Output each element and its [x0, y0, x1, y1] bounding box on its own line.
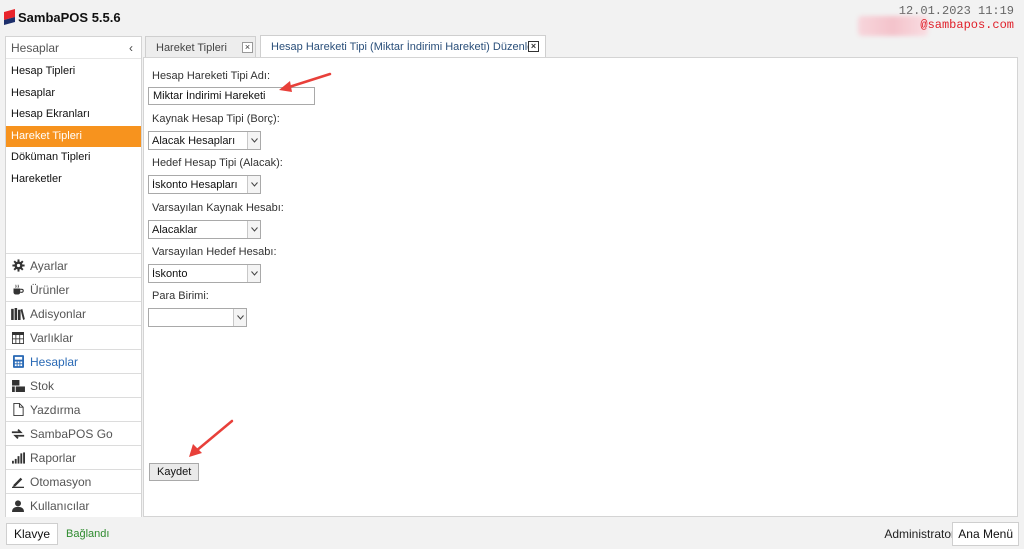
- pencil-icon: [11, 475, 25, 489]
- close-icon[interactable]: ×: [242, 42, 253, 53]
- coffee-cup-icon: [11, 283, 25, 297]
- select-value: İskonto Hesapları: [152, 178, 238, 191]
- module-label: Adisyonlar: [30, 306, 87, 321]
- module-raporlar[interactable]: Raporlar: [6, 445, 141, 469]
- module-hesaplar[interactable]: Hesaplar: [6, 349, 141, 373]
- source-account-type-label: Kaynak Hesap Tipi (Borç):: [152, 113, 280, 125]
- default-target-account-select[interactable]: İskonto: [148, 264, 261, 283]
- default-target-account-label: Varsayılan Hedef Hesabı:: [152, 246, 277, 258]
- annotation-arrow-icon: [189, 419, 234, 457]
- name-label: Hesap Hareketi Tipi Adı:: [152, 70, 271, 82]
- books-icon: [11, 307, 25, 321]
- chevron-down-icon: [247, 132, 260, 149]
- calculator-icon: [11, 355, 25, 369]
- currency-label: Para Birimi:: [152, 290, 209, 302]
- app-title: SambaPOS 5.5.6: [18, 10, 121, 25]
- module-kullanicilar[interactable]: Kullanıcılar: [6, 493, 141, 517]
- module-label: SambaPOS Go: [30, 426, 113, 441]
- target-account-type-label: Hedef Hesap Tipi (Alacak):: [152, 157, 283, 169]
- chevron-down-icon: [247, 176, 260, 193]
- module-label: Ayarlar: [30, 258, 68, 273]
- document-icon: [11, 403, 25, 417]
- annotation-arrow-icon: [279, 72, 332, 92]
- module-label: Ürünler: [30, 282, 70, 297]
- default-source-account-select[interactable]: Alacaklar: [148, 220, 261, 239]
- module-label: Kullanıcılar: [30, 498, 90, 513]
- sidebar-submenu: Hesap Tipleri Hesaplar Hesap Ekranları H…: [6, 59, 141, 190]
- select-value: Alacaklar: [152, 223, 198, 236]
- select-value: Alacak Hesapları: [152, 134, 236, 147]
- module-adisyonlar[interactable]: Adisyonlar: [6, 301, 141, 325]
- bar-chart-icon: [11, 451, 25, 465]
- connection-status: Bağlandı: [66, 528, 110, 540]
- tab-hareket-tipleri[interactable]: Hareket Tipleri ×: [145, 36, 256, 58]
- sidebar-item-hareketler[interactable]: Hareketler: [6, 169, 141, 191]
- module-otomasyon[interactable]: Otomasyon: [6, 469, 141, 493]
- select-value: İskonto: [152, 267, 188, 280]
- sidebar-item-hesap-ekranlari[interactable]: Hesap Ekranları: [6, 104, 141, 126]
- currency-select[interactable]: [148, 308, 247, 327]
- save-button[interactable]: Kaydet: [149, 463, 200, 481]
- module-list: Ayarlar Ürünler Adisyonlar Varlıklar Hes…: [6, 253, 141, 517]
- module-stok[interactable]: Stok: [6, 373, 141, 397]
- chevron-down-icon: [247, 221, 260, 238]
- module-ayarlar[interactable]: Ayarlar: [6, 253, 141, 277]
- module-varliklar[interactable]: Varlıklar: [6, 325, 141, 349]
- close-icon[interactable]: ×: [528, 41, 539, 52]
- module-label: Hesaplar: [30, 354, 79, 369]
- module-label: Varlıklar: [30, 330, 74, 345]
- table-icon: [11, 331, 25, 345]
- sidebar-item-hareket-tipleri[interactable]: Hareket Tipleri: [6, 125, 141, 147]
- module-yazdirma[interactable]: Yazdırma: [6, 397, 141, 421]
- tab-label: Hesap Hareketi Tipi (Miktar İndirimi Har…: [271, 41, 534, 53]
- sidebar-item-dokuman-tipleri[interactable]: Döküman Tipleri: [6, 147, 141, 169]
- chevron-down-icon: [247, 265, 260, 282]
- module-urunler[interactable]: Ürünler: [6, 277, 141, 301]
- user-icon: [11, 499, 25, 513]
- main-menu-button[interactable]: Ana Menü: [952, 522, 1019, 546]
- module-label: Stok: [30, 378, 55, 393]
- chevron-down-icon: [233, 309, 246, 326]
- source-account-type-select[interactable]: Alacak Hesapları: [148, 131, 261, 150]
- default-source-account-label: Varsayılan Kaynak Hesabı:: [152, 202, 284, 214]
- module-label: Raporlar: [30, 450, 77, 465]
- sidebar-header: Hesaplar ‹: [6, 37, 141, 59]
- user-email: @sambapos.com: [920, 18, 1014, 32]
- keyboard-button[interactable]: Klavye: [6, 523, 59, 545]
- tab-label: Hareket Tipleri: [156, 41, 227, 54]
- sidebar: Hesaplar ‹ Hesap Tipleri Hesaplar Hesap …: [5, 36, 142, 517]
- status-bar: Klavye Bağlandı Administrator Ana Menü: [0, 519, 1024, 549]
- sync-icon: [11, 427, 25, 441]
- module-label: Yazdırma: [30, 402, 81, 417]
- sidebar-title: Hesaplar: [11, 40, 60, 55]
- sidebar-item-hesap-tipleri[interactable]: Hesap Tipleri: [6, 61, 141, 83]
- gear-icon: [11, 259, 25, 273]
- target-account-type-select[interactable]: İskonto Hesapları: [148, 175, 261, 194]
- stock-icon: [11, 379, 25, 393]
- sambapos-logo-icon: [4, 9, 15, 25]
- redacted-username: [858, 16, 928, 36]
- tab-hareket-tipi-duzenle[interactable]: Hesap Hareketi Tipi (Miktar İndirimi Har…: [260, 35, 546, 58]
- tab-bar: Hareket Tipleri × Hesap Hareketi Tipi (M…: [143, 34, 1018, 58]
- title-bar: SambaPOS 5.5.6 12.01.2023 11:19 @sambapo…: [0, 0, 1024, 36]
- module-sambapos-go[interactable]: SambaPOS Go: [6, 421, 141, 445]
- sidebar-item-hesaplar[interactable]: Hesaplar: [6, 83, 141, 105]
- collapse-chevron-icon[interactable]: ‹: [129, 41, 133, 55]
- module-label: Otomasyon: [30, 474, 92, 489]
- edit-form: Hesap Hareketi Tipi Adı: Kaynak Hesap Ti…: [143, 57, 1018, 517]
- logged-in-user: Administrator: [884, 527, 955, 541]
